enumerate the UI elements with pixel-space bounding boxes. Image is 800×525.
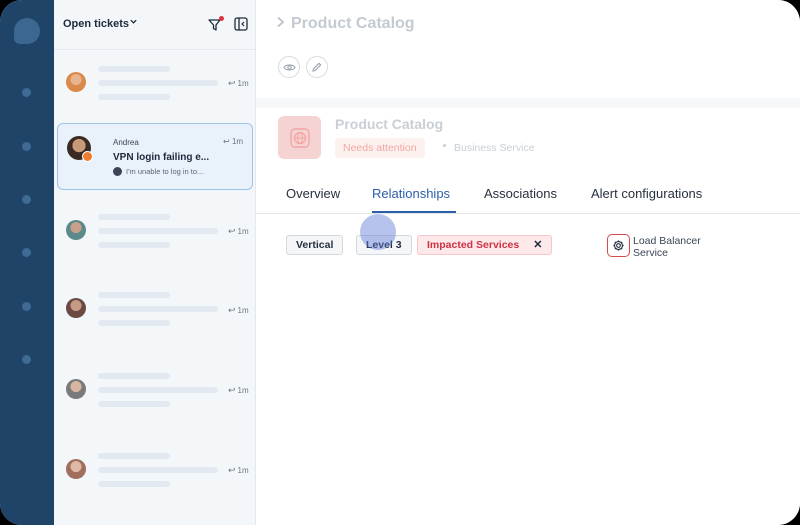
service-node-icon[interactable] xyxy=(607,234,630,257)
skeleton-line xyxy=(98,214,170,220)
status-badge: Needs attention xyxy=(335,138,425,158)
ticket-time: ↩ 1m xyxy=(228,465,249,476)
ticket-time-text: 1m xyxy=(237,227,249,236)
separator-dot xyxy=(443,144,446,147)
ticket-time: ↩ 1m xyxy=(228,226,249,237)
tab-alert-configurations[interactable]: Alert configurations xyxy=(591,186,702,201)
main-content: Product Catalog Product Catalog Needs at… xyxy=(256,0,800,525)
service-type: Business Service xyxy=(454,142,535,154)
nav-item-3[interactable] xyxy=(22,195,31,204)
ticket-time: ↩ 1m xyxy=(228,78,249,89)
active-tab-indicator xyxy=(372,211,456,213)
ticket-time-text: 1m xyxy=(237,306,249,315)
service-node-label-line2: Service xyxy=(633,247,669,259)
ticket-preview: I'm unable to log in to... xyxy=(126,167,204,176)
whatsapp-icon xyxy=(113,167,122,176)
skeleton-line xyxy=(98,387,218,393)
nav-item-5[interactable] xyxy=(22,302,31,311)
ticket-item[interactable]: ↩ 1m xyxy=(54,363,256,443)
ticket-item[interactable]: ↩ 1m xyxy=(54,205,256,285)
nav-item-1[interactable] xyxy=(22,88,31,97)
reply-icon: ↩ xyxy=(228,226,236,236)
section-divider xyxy=(256,98,800,108)
breadcrumb-title: Product Catalog xyxy=(291,15,415,32)
ticket-time: ↩ 1m xyxy=(228,385,249,396)
filter-active-dot xyxy=(219,16,224,21)
avatar xyxy=(66,72,86,92)
skeleton-line xyxy=(98,80,218,86)
skeleton-line xyxy=(98,401,170,407)
ticket-time: ↩ 1m xyxy=(223,137,243,146)
ticket-time-text: 1m xyxy=(237,386,249,395)
ticket-item-active[interactable]: Andrea ↩ 1m VPN login failing e... I'm u… xyxy=(57,123,253,190)
ticket-time-text: 1m xyxy=(231,137,244,146)
tab-relationships[interactable]: Relationships xyxy=(372,186,450,201)
globe-icon xyxy=(289,127,310,148)
gear-icon xyxy=(613,240,624,251)
reply-icon: ↩ xyxy=(228,385,236,395)
ticket-item[interactable]: ↩ 1m xyxy=(54,283,256,363)
nav-item-6[interactable] xyxy=(22,355,31,364)
tab-associations[interactable]: Associations xyxy=(484,186,557,201)
ticket-item[interactable]: ↩ 1m xyxy=(54,443,256,523)
tab-overview[interactable]: Overview xyxy=(286,186,340,201)
avatar xyxy=(66,298,86,318)
impacted-services-label: Impacted Services xyxy=(427,239,520,251)
skeleton-line xyxy=(98,481,170,487)
edit-button[interactable] xyxy=(306,56,328,78)
pencil-icon xyxy=(312,62,322,72)
skeleton-line xyxy=(98,94,170,100)
ticket-requester: Andrea xyxy=(113,138,139,147)
skeleton-line xyxy=(98,228,218,234)
ticket-item[interactable]: ↩ 1m xyxy=(54,50,256,130)
tab-bar: Overview Relationships Associations Aler… xyxy=(256,178,800,214)
skeleton-line xyxy=(98,467,218,473)
nav-item-2[interactable] xyxy=(22,142,31,151)
ticket-subject: VPN login failing e... xyxy=(113,152,210,163)
close-icon[interactable]: ✕ xyxy=(533,239,542,251)
skeleton-line xyxy=(98,66,170,72)
skeleton-line xyxy=(98,453,170,459)
ticket-list-header: Open tickets xyxy=(54,0,256,50)
skeleton-line xyxy=(98,306,218,312)
chevron-down-icon[interactable] xyxy=(129,17,138,29)
service-node-label-line1: Load Balancer xyxy=(633,235,701,247)
ticket-filter-dropdown[interactable]: Open tickets xyxy=(63,18,129,30)
avatar xyxy=(66,459,86,479)
reply-icon: ↩ xyxy=(228,78,236,88)
skeleton-line xyxy=(98,242,170,248)
ticket-time-text: 1m xyxy=(237,466,249,475)
avatar xyxy=(66,220,86,240)
eye-icon xyxy=(282,64,296,70)
skeleton-line xyxy=(98,292,170,298)
app-window: Open tickets ↩ 1m Andrea ↩ 1m VPN login … xyxy=(0,0,800,525)
service-title: Product Catalog xyxy=(335,116,444,132)
ticket-time-text: 1m xyxy=(237,79,249,88)
nav-item-4[interactable] xyxy=(22,248,31,257)
direction-filter-chip[interactable]: Vertical xyxy=(286,235,344,255)
ticket-time: ↩ 1m xyxy=(228,305,249,316)
service-node-label[interactable]: Load Balancer Service xyxy=(633,235,733,259)
reply-icon: ↩ xyxy=(223,137,232,146)
collapse-panel-icon[interactable] xyxy=(234,17,248,31)
view-button[interactable] xyxy=(278,56,300,78)
reply-icon: ↩ xyxy=(228,465,236,475)
cursor-highlight xyxy=(360,214,396,250)
ticket-list-panel: Open tickets ↩ 1m Andrea ↩ 1m VPN login … xyxy=(54,0,256,525)
reply-icon: ↩ xyxy=(228,305,236,315)
skeleton-line xyxy=(98,320,170,326)
breadcrumb-chevron-icon[interactable] xyxy=(276,16,285,31)
nav-rail xyxy=(0,0,54,525)
app-logo[interactable] xyxy=(14,18,40,44)
skeleton-line xyxy=(98,373,170,379)
channel-badge-icon xyxy=(82,151,93,162)
avatar xyxy=(66,379,86,399)
impacted-services-chip[interactable]: Impacted Services ✕ xyxy=(417,235,553,255)
service-avatar xyxy=(278,116,321,159)
